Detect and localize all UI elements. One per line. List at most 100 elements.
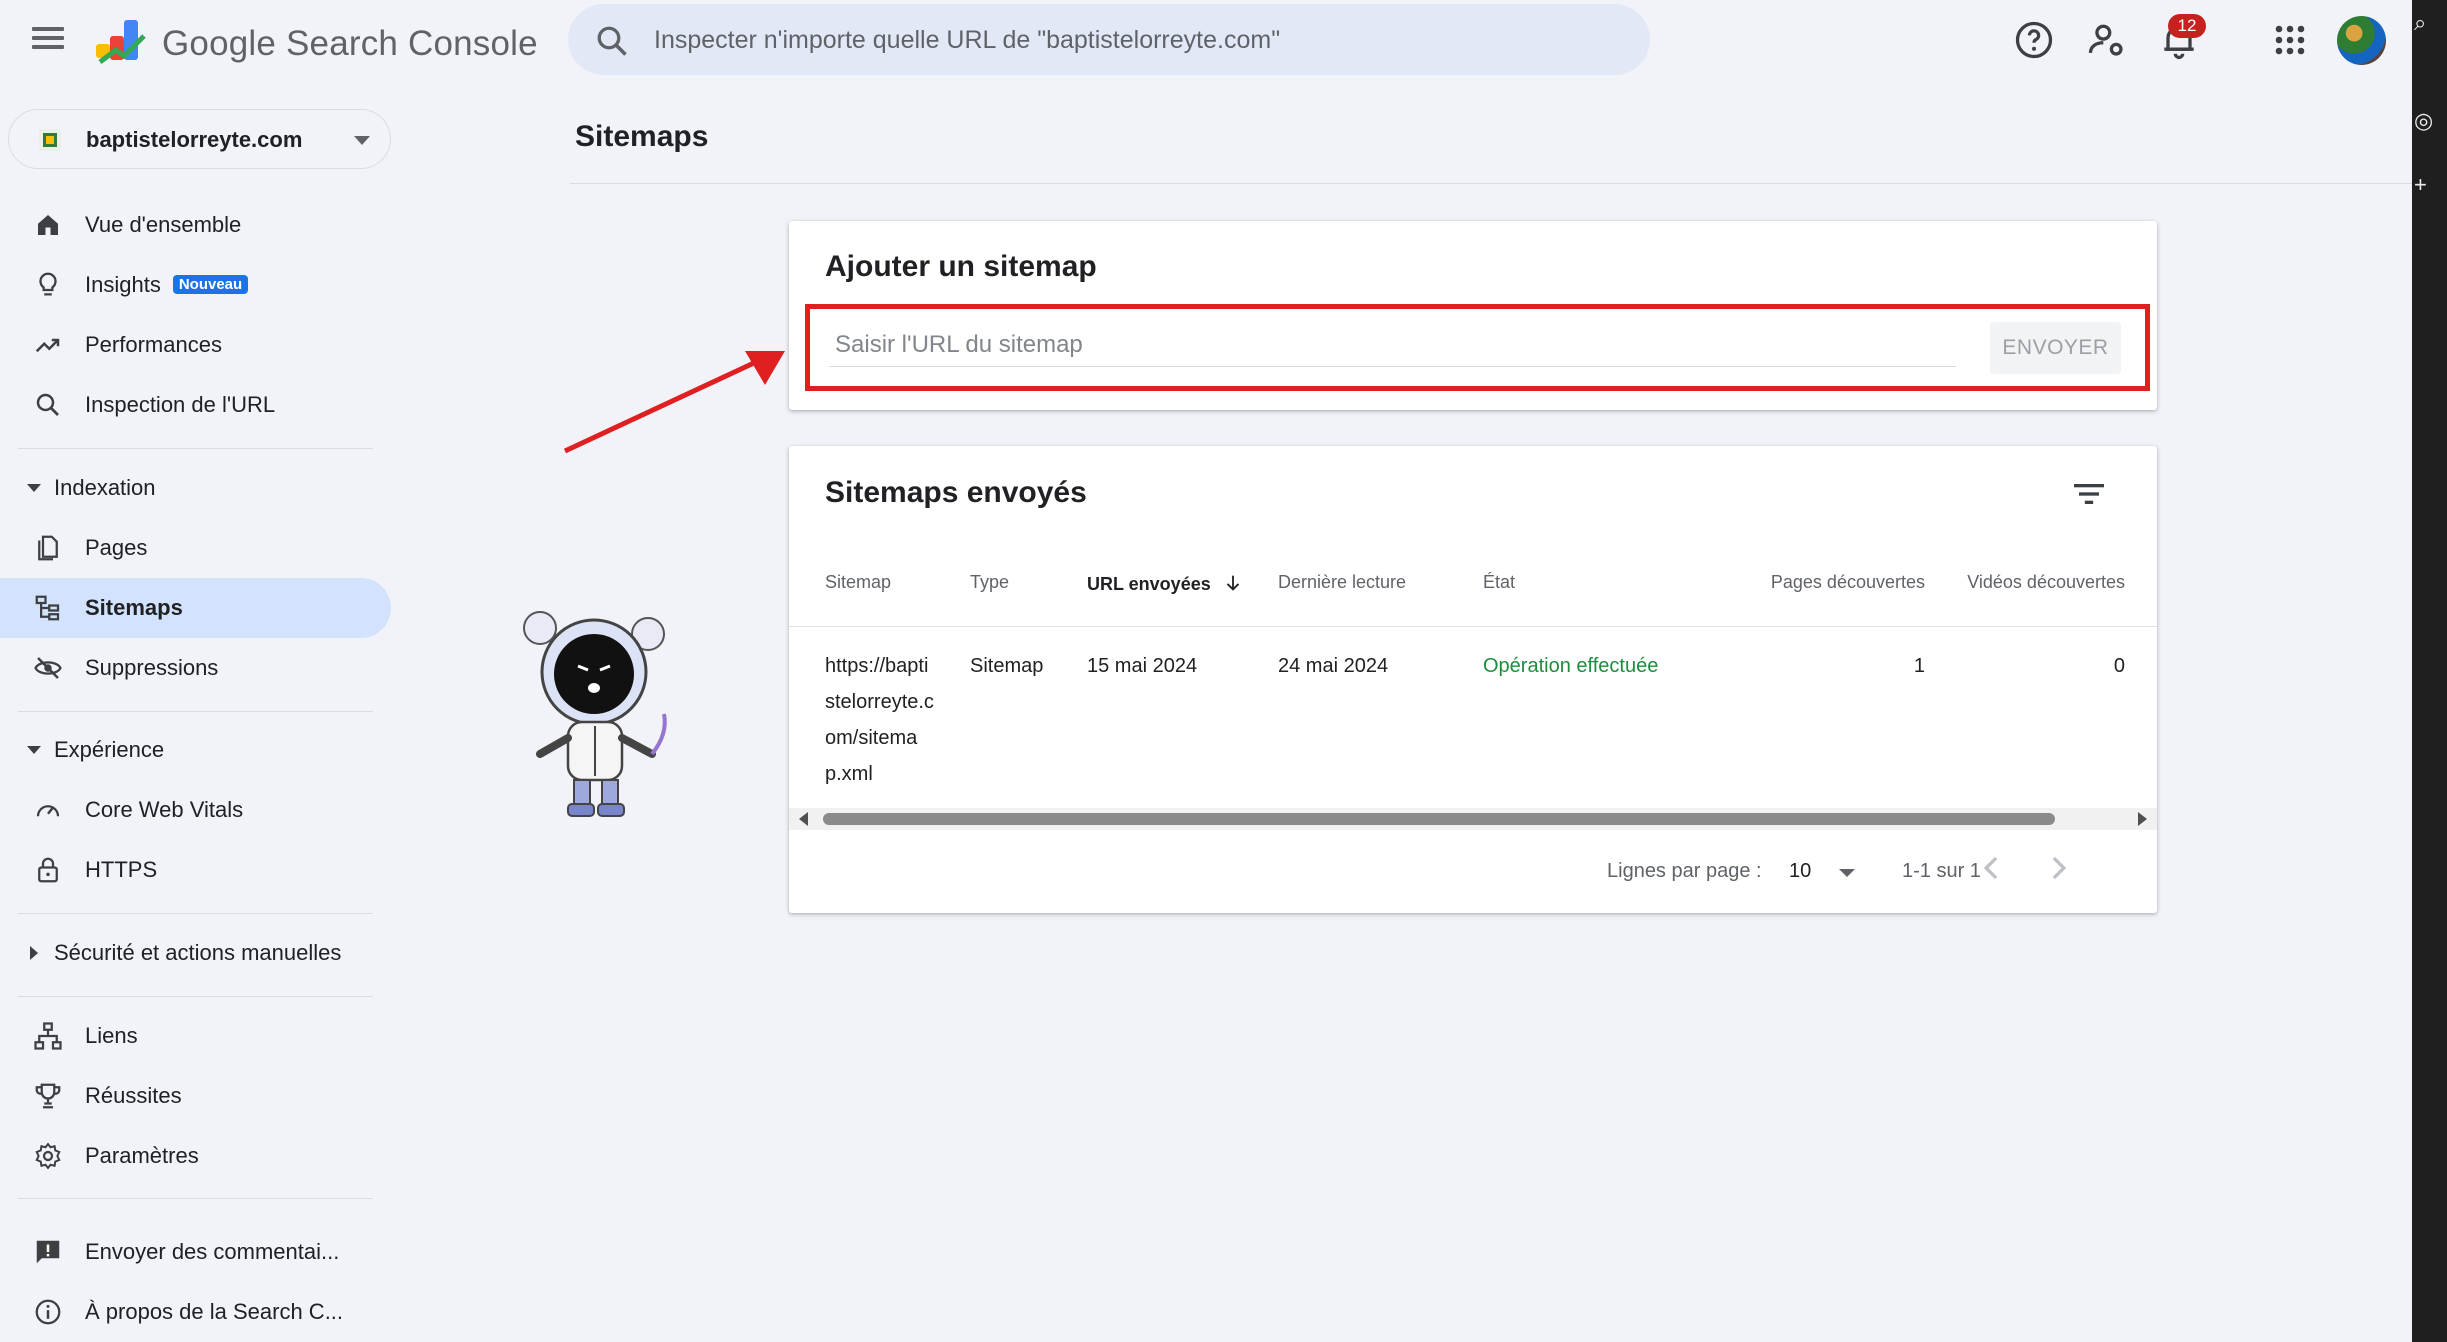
scroll-left-arrow-icon[interactable] xyxy=(799,812,808,826)
title-divider xyxy=(570,183,2412,184)
property-selector[interactable]: baptistelorreyte.com xyxy=(8,109,391,169)
site-favicon-icon xyxy=(39,129,61,151)
column-header-videos-discovered[interactable]: Vidéos découvertes xyxy=(1929,572,2125,593)
section-indexation-toggle[interactable]: Indexation xyxy=(0,460,391,516)
section-security-toggle[interactable]: Sécurité et actions manuelles xyxy=(0,925,391,981)
sidebar-item-label: Performances xyxy=(85,332,222,357)
pages-icon xyxy=(38,535,58,561)
speedometer-icon xyxy=(36,805,60,817)
highlight-annotation-box xyxy=(805,304,2150,391)
search-console-page: Google Search Console Inspecter n'import… xyxy=(0,0,2447,1342)
main-menu-button[interactable] xyxy=(28,22,68,58)
sidebar-item-insights[interactable]: Insights Nouveau xyxy=(0,255,391,315)
previous-page-icon[interactable] xyxy=(1972,848,2012,888)
cell-type: Sitemap xyxy=(970,655,1044,677)
sidebar-divider xyxy=(18,913,373,914)
info-icon xyxy=(35,1299,61,1325)
top-bar: Google Search Console Inspecter n'import… xyxy=(0,0,2412,80)
column-header-label: URL envoyées xyxy=(1087,574,1211,594)
side-search-icon[interactable]: ⌕ xyxy=(2414,10,2426,36)
annotation-arrow-icon xyxy=(563,351,785,454)
section-label: Sécurité et actions manuelles xyxy=(54,940,342,965)
column-header-submitted[interactable]: URL envoyées xyxy=(1087,572,1244,595)
search-icon xyxy=(36,393,59,416)
sidebar-item-label: À propos de la Search C... xyxy=(85,1299,344,1324)
next-page-icon[interactable] xyxy=(2038,848,2078,888)
column-header-pages-discovered[interactable]: Pages découvertes xyxy=(1689,572,1925,593)
search-icon xyxy=(597,26,627,56)
sidebar-item-pages[interactable]: Pages xyxy=(0,518,391,578)
sidebar-item-label: Core Web Vitals xyxy=(85,797,244,822)
column-header-last-read[interactable]: Dernière lecture xyxy=(1278,572,1406,593)
sidebar-item-overview[interactable]: Vue d'ensemble xyxy=(0,195,391,255)
notification-badge: 12 xyxy=(2168,14,2206,38)
chevron-down-icon xyxy=(354,136,370,145)
sidebar-item-about[interactable]: À propos de la Search C... xyxy=(0,1282,391,1342)
url-inspection-search[interactable]: Inspecter n'importe quelle URL de "bapti… xyxy=(568,4,1650,75)
trophy-icon xyxy=(35,1083,61,1109)
feedback-icon xyxy=(36,1240,60,1264)
page-title: Sitemaps xyxy=(575,120,709,153)
sidebar-item-sitemaps[interactable]: Sitemaps xyxy=(0,578,391,638)
cell-last-read: 24 mai 2024 xyxy=(1278,655,1389,677)
cell-sitemap-url: https://bapti stelorreyte.c om/sitema p.… xyxy=(825,648,935,792)
sidebar-item-label: Vue d'ensemble xyxy=(85,212,242,237)
sidebar-item-label: Liens xyxy=(85,1023,138,1048)
sidebar-item-url-inspection[interactable]: Inspection de l'URL xyxy=(0,375,391,435)
astronaut-mascot-sticker xyxy=(523,611,667,817)
sidebar-item-label: Envoyer des commentai... xyxy=(85,1239,340,1264)
section-experience-toggle[interactable]: Expérience xyxy=(0,722,391,778)
chevron-right-icon xyxy=(30,946,38,960)
chevron-down-icon xyxy=(27,746,41,754)
account-avatar[interactable] xyxy=(2337,16,2386,65)
sidebar-item-https[interactable]: HTTPS xyxy=(0,840,391,900)
sidebar-item-label: Réussites xyxy=(85,1083,182,1108)
sidebar-item-label: Sitemaps xyxy=(85,595,183,620)
rows-per-page-label: Lignes par page : xyxy=(1607,860,1762,882)
scrollbar-thumb[interactable] xyxy=(823,813,2055,825)
table-header-divider xyxy=(789,626,2157,627)
links-icon xyxy=(34,1022,62,1050)
cell-pages-discovered: 1 xyxy=(1913,655,1925,677)
table-horizontal-scrollbar[interactable] xyxy=(789,808,2157,830)
sitemap-url-line: https://bapti xyxy=(825,655,929,677)
column-header-status[interactable]: État xyxy=(1483,572,1515,593)
sidebar-item-links[interactable]: Liens xyxy=(0,1006,391,1066)
cell-submitted: 15 mai 2024 xyxy=(1087,655,1198,677)
menu-icon-line xyxy=(32,27,64,31)
user-settings-icon[interactable] xyxy=(2085,18,2129,62)
apps-grid-icon[interactable] xyxy=(2268,18,2312,62)
sidebar-item-label: Insights Nouveau xyxy=(85,272,249,298)
filter-icon[interactable] xyxy=(2069,474,2109,514)
cell-videos-discovered: 0 xyxy=(2113,655,2125,677)
section-label: Indexation xyxy=(54,475,156,500)
scroll-right-arrow-icon[interactable] xyxy=(2138,812,2147,826)
column-header-type[interactable]: Type xyxy=(970,572,1009,593)
sidebar-item-label: Suppressions xyxy=(85,655,219,680)
sidebar-item-core-web-vitals[interactable]: Core Web Vitals xyxy=(0,780,391,840)
insights-label: Insights xyxy=(85,272,161,297)
section-label: Expérience xyxy=(54,737,165,762)
sidebar-item-send-feedback[interactable]: Envoyer des commentai... xyxy=(0,1222,391,1282)
sitemap-url-line: stelorreyte.c xyxy=(825,691,934,713)
sidebar-item-achievements[interactable]: Réussites xyxy=(0,1066,391,1126)
trending-up-icon xyxy=(35,338,60,353)
side-add-icon[interactable]: + xyxy=(2414,172,2427,198)
lock-icon xyxy=(38,857,58,883)
sort-arrow-down-icon xyxy=(1226,575,1239,591)
sidebar-item-removals[interactable]: Suppressions xyxy=(0,638,391,698)
help-icon[interactable] xyxy=(2012,18,2056,62)
column-header-sitemap[interactable]: Sitemap xyxy=(825,572,891,593)
sitemap-icon xyxy=(35,595,60,621)
sitemap-url-line: om/sitema xyxy=(825,727,918,749)
sidebar-divider xyxy=(18,1198,373,1199)
sidebar-item-performance[interactable]: Performances xyxy=(0,315,391,375)
sidebar-item-label: HTTPS xyxy=(85,857,158,882)
search-placeholder: Inspecter n'importe quelle URL de "bapti… xyxy=(654,26,1281,54)
rows-per-page-select[interactable]: 10 xyxy=(1789,850,1869,890)
sidebar-item-settings[interactable]: Paramètres xyxy=(0,1126,391,1186)
side-assistant-icon[interactable]: ◎ xyxy=(2414,108,2433,134)
sidebar-item-label: Inspection de l'URL xyxy=(85,392,276,417)
app-title: Google Search Console xyxy=(162,24,538,63)
sidebar-divider xyxy=(18,996,373,997)
